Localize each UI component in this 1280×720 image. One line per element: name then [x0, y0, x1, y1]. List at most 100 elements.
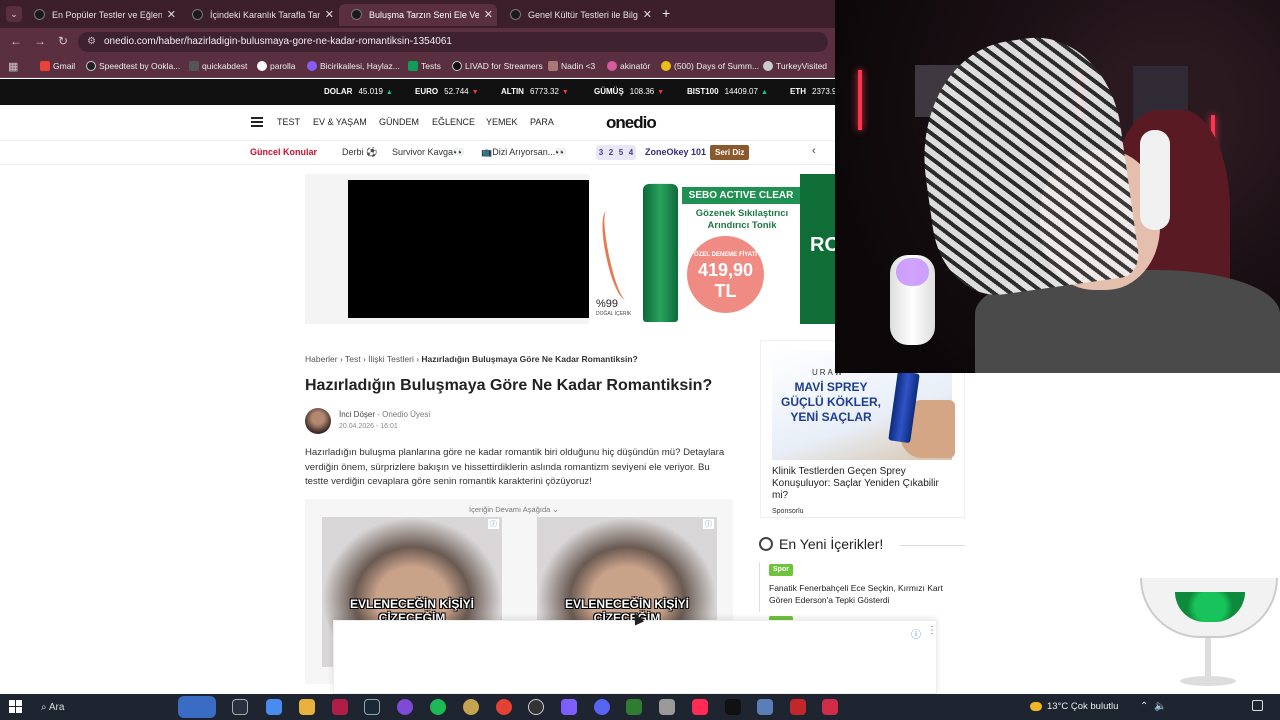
trending-item-derbi[interactable]: Derbi ⚽: [342, 147, 377, 158]
tab-2[interactable]: İçindeki Karanlık Tarafla Tanışm ✕: [180, 4, 338, 26]
bookmark-quickabdest[interactable]: quickabdest: [189, 61, 247, 71]
app-icon[interactable]: [332, 699, 348, 715]
ad-video-player[interactable]: [348, 180, 589, 318]
twitch-icon[interactable]: [397, 699, 413, 715]
ad-bottle: [643, 184, 678, 322]
close-icon[interactable]: ✕: [643, 8, 652, 21]
copilot-icon[interactable]: [266, 699, 282, 715]
bookmark-gmail[interactable]: Gmail: [40, 61, 75, 71]
nav-gundem[interactable]: GÜNDEM: [379, 117, 419, 127]
close-icon[interactable]: ✕: [325, 8, 334, 21]
widget-icon[interactable]: [178, 696, 216, 718]
system-tray[interactable]: ⌃ 🔈: [1140, 701, 1166, 712]
taskbar-search[interactable]: ⌕ Ara: [41, 702, 64, 713]
news-item[interactable]: Fanatik Fenerbahçeli Ece Seçkin, Kırmızı…: [769, 582, 959, 606]
zoneokey-number-tiles[interactable]: 3254: [596, 145, 636, 160]
trending-item-dizi[interactable]: 📺Dizi Arıyorsan...👀: [481, 147, 566, 158]
bookmark-icon: [257, 61, 267, 71]
breadcrumb: Haberler › Test › İlişki Testleri › Hazı…: [305, 354, 638, 364]
bookmark-bicirikailesi[interactable]: Bicirikailesi, Haylaz...: [307, 61, 400, 71]
trending-topics-bar: Güncel Konular Derbi ⚽ Survivor Kavga👀 📺…: [0, 141, 835, 165]
onedio-favicon-icon: [192, 9, 203, 20]
nav-test[interactable]: TEST: [277, 117, 300, 127]
back-arrow-icon[interactable]: ←: [10, 34, 22, 48]
tab-4[interactable]: Genel Kültür Testleri ile Bilgini T ✕: [498, 4, 656, 26]
windows-start-icon[interactable]: [9, 700, 22, 713]
reload-icon[interactable]: ↻: [58, 34, 68, 48]
nav-yemek[interactable]: YEMEK: [486, 117, 518, 127]
nav-ev-yasam[interactable]: EV & YAŞAM: [313, 117, 367, 127]
breadcrumb-haberler[interactable]: Haberler: [305, 354, 338, 364]
onedio-logo[interactable]: onedio: [606, 113, 657, 133]
close-icon[interactable]: ✕: [167, 8, 176, 21]
apps-grid-icon[interactable]: ▦: [8, 60, 18, 73]
chevron-left-icon[interactable]: ‹: [812, 145, 816, 157]
app-icon[interactable]: [463, 699, 479, 715]
tab-1[interactable]: En Popüler Testler ve Eğlenceli ✕: [22, 4, 180, 26]
arrow-down-icon: ▼: [561, 89, 569, 96]
bookmark-tests[interactable]: Tests: [408, 61, 441, 71]
bookmark-parolla[interactable]: parolla: [257, 61, 296, 71]
bookmark-speedtest[interactable]: Speedtest by Ookla...: [86, 61, 180, 71]
headphone: [1140, 130, 1170, 230]
timeline-line: [759, 562, 760, 612]
bookmark-nadin[interactable]: Nadin <3: [548, 61, 595, 71]
seri-diz-badge[interactable]: Seri Diz: [710, 145, 750, 160]
arrow-up-icon: ▲: [385, 89, 393, 96]
obs-icon[interactable]: [528, 699, 544, 715]
chrome-icon[interactable]: [496, 699, 512, 715]
app-icon[interactable]: [822, 699, 838, 715]
ad-info-icon[interactable]: ⓘ: [911, 626, 921, 641]
close-icon[interactable]: ✕: [484, 8, 493, 21]
ticker-item: EURO 52.744 ▼: [415, 87, 479, 96]
app-icon[interactable]: [561, 699, 577, 715]
sidebar-ad-text[interactable]: Klinik Testlerden Geçen Sprey Konuşuluyo…: [772, 466, 952, 502]
file-explorer-icon[interactable]: [299, 699, 315, 715]
bookmark-livad[interactable]: LIVAD for Streamers: [452, 61, 543, 71]
forward-arrow-icon[interactable]: →: [34, 34, 46, 48]
notification-icon[interactable]: [1252, 700, 1263, 711]
author-avatar[interactable]: [305, 408, 331, 434]
tab-search-chevron-icon[interactable]: ⌄: [6, 6, 22, 22]
trending-item-survivor[interactable]: Survivor Kavga👀: [392, 147, 464, 158]
site-info-icon[interactable]: ⚙: [87, 32, 96, 52]
steam-icon[interactable]: [364, 699, 380, 715]
new-tab-plus-icon[interactable]: +: [662, 5, 670, 21]
tiktok-icon[interactable]: [692, 699, 708, 715]
task-view-icon[interactable]: [232, 699, 248, 715]
ad-edge-panel: RO: [800, 174, 840, 324]
taskbar-weather[interactable]: 13°C Çok bulutlu: [1030, 701, 1118, 712]
sticky-bottom-ad[interactable]: [333, 620, 937, 694]
bookmark-akinator[interactable]: akinatör: [607, 61, 650, 71]
nav-eglence[interactable]: EĞLENCE: [432, 117, 475, 127]
app-icon[interactable]: [659, 699, 675, 715]
ad-info-icon[interactable]: ⓘ: [703, 519, 714, 529]
author-name[interactable]: İnci Döşer: [339, 410, 375, 419]
bookmark-500-days[interactable]: (500) Days of Summ...: [661, 61, 759, 71]
news-tag[interactable]: Spor: [769, 564, 793, 576]
url-field[interactable]: ⚙ onedio.com/haber/hazirladigin-bulusmay…: [78, 32, 828, 52]
app-icon[interactable]: [757, 699, 773, 715]
trending-zoneokey[interactable]: ZoneOkey 101: [645, 147, 706, 157]
sheets-icon: [408, 61, 418, 71]
breadcrumb-iliski[interactable]: İlişki Testleri: [368, 354, 414, 364]
ad-subtitle: Gözenek Sıkılaştırıcı Arındırıcı Tonik: [695, 208, 789, 231]
sponsored-label: Sponsorlu: [772, 508, 804, 515]
breadcrumb-current: Hazırladığın Buluşmaya Göre Ne Kadar Rom…: [421, 354, 638, 364]
bookmark-turkeyvisited[interactable]: TurkeyVisited: [763, 61, 827, 71]
bookmark-icon: [661, 61, 671, 71]
more-options-icon[interactable]: ⋮: [927, 625, 937, 636]
continue-below-label: İçeriğin Devamı Aşağıda ⌄: [469, 505, 559, 514]
app-icon[interactable]: [626, 699, 642, 715]
tab-3-active[interactable]: Buluşma Tarzın Seni Ele Veriyor ✕: [339, 4, 497, 26]
tiktok-icon[interactable]: [725, 699, 741, 715]
app-icon[interactable]: [790, 699, 806, 715]
discord-icon[interactable]: [594, 699, 610, 715]
smile-icon: [759, 537, 773, 551]
ad-info-icon[interactable]: ⓘ: [488, 519, 499, 529]
arrow-up-icon: ▲: [760, 89, 768, 96]
hamburger-menu-icon[interactable]: [251, 117, 263, 127]
breadcrumb-test[interactable]: Test: [345, 354, 361, 364]
nav-para[interactable]: PARA: [530, 117, 554, 127]
spotify-icon[interactable]: [430, 699, 446, 715]
